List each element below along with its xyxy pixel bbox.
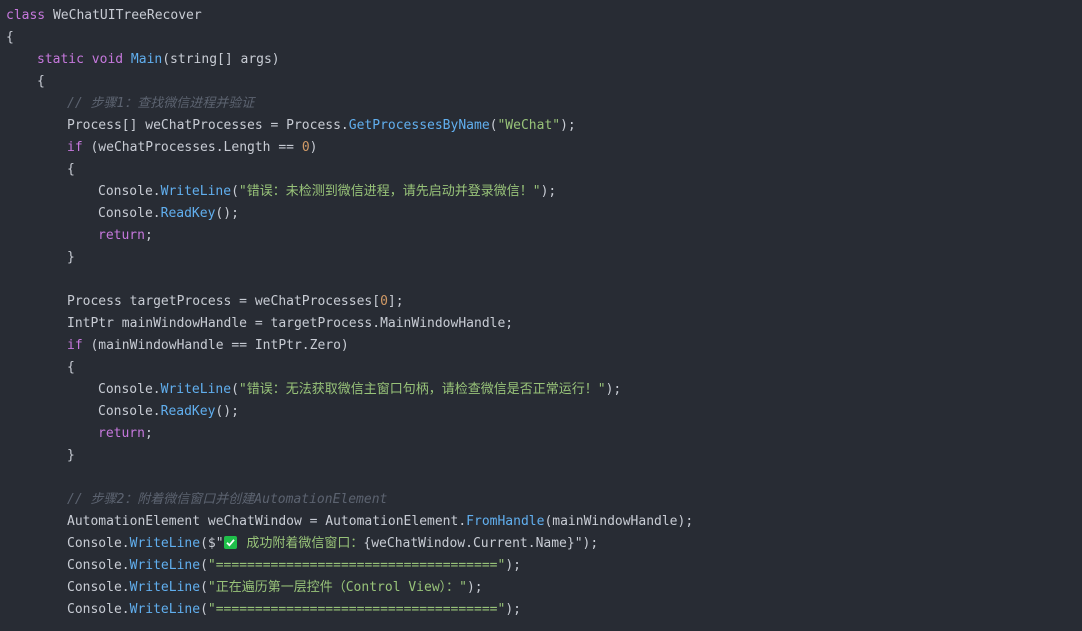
method-call: WriteLine — [129, 580, 201, 595]
method-call: WriteLine — [129, 536, 201, 551]
code-line-19: Console.ReadKey(); — [98, 404, 239, 419]
method-call: ReadKey — [160, 404, 216, 419]
number-literal: 0 — [301, 140, 310, 155]
code-line-8: { — [6, 159, 1082, 181]
keyword: if — [67, 140, 83, 155]
check-mark-icon — [223, 536, 237, 549]
code-line-26: Console.WriteLine("=====================… — [67, 558, 521, 573]
string-literal: "====================================" — [207, 602, 506, 617]
code-line-1: class WeChatUITreeRecover — [6, 5, 1082, 27]
comment: // 步骤1：查找微信进程并验证 — [67, 96, 255, 111]
code-line-6: Process[] weChatProcesses = Process.GetP… — [67, 118, 576, 133]
code-line-7: if (weChatProcesses.Length == 0) — [67, 140, 318, 155]
code-line-11: return; — [98, 228, 153, 243]
method-name: Main — [130, 52, 163, 67]
string-literal: "正在遍历第一层控件（Control View）：" — [207, 580, 467, 595]
string-literal: 成功附着微信窗口： — [238, 536, 364, 551]
code-line-15: IntPtr mainWindowHandle = targetProcess.… — [67, 316, 514, 331]
method-call: WriteLine — [160, 382, 232, 397]
code-line-23: // 步骤2：附着微信窗口并创建AutomationElement — [6, 489, 1082, 511]
method-call: GetProcessesByName — [348, 118, 490, 133]
keyword: if — [67, 338, 83, 353]
code-line-9: Console.WriteLine("错误：未检测到微信进程，请先启动并登录微信… — [98, 184, 557, 199]
code-line-16: if (mainWindowHandle == IntPtr.Zero) — [67, 338, 349, 353]
brace: { — [67, 360, 75, 375]
code-line-10: Console.ReadKey(); — [98, 206, 239, 221]
brace: { — [6, 30, 14, 45]
code-line-3: static void Main(string[] args) — [6, 49, 1082, 71]
code-line-14: Process targetProcess = weChatProcesses[… — [67, 294, 404, 309]
method-call: ReadKey — [160, 206, 216, 221]
brace: { — [37, 74, 45, 89]
code-line-28: Console.WriteLine("=====================… — [67, 602, 521, 617]
comment: // 步骤2：附着微信窗口并创建AutomationElement — [67, 492, 388, 507]
method-call: FromHandle — [466, 514, 545, 529]
code-line-12: } — [6, 247, 1082, 269]
keyword: return — [98, 426, 145, 441]
code-editor[interactable]: class WeChatUITreeRecover { static void … — [0, 0, 1082, 631]
brace: { — [67, 162, 75, 177]
code-line-24: AutomationElement weChatWindow = Automat… — [67, 514, 694, 529]
code-line-27: Console.WriteLine("正在遍历第一层控件（Control Vie… — [67, 580, 483, 595]
method-call: WriteLine — [129, 558, 201, 573]
method-call: WriteLine — [160, 184, 232, 199]
params: (string[] args) — [162, 52, 280, 67]
code-line-25: Console.WriteLine($" 成功附着微信窗口：{weChatWin… — [67, 536, 599, 551]
string-literal: "错误：未检测到微信进程，请先启动并登录微信！" — [238, 184, 541, 199]
method-call: WriteLine — [129, 602, 201, 617]
code-line-18: Console.WriteLine("错误：无法获取微信主窗口句柄，请检查微信是… — [98, 382, 622, 397]
class-name: WeChatUITreeRecover — [45, 8, 202, 23]
number-literal: 0 — [380, 294, 388, 309]
keyword: class — [6, 8, 46, 23]
brace: } — [67, 250, 75, 265]
code-line-21: } — [6, 445, 1082, 467]
brace: } — [67, 448, 75, 463]
code-line-20: return; — [98, 426, 153, 441]
code-line-4: { — [6, 71, 1082, 93]
keyword: static void — [37, 52, 124, 67]
string-literal: "错误：无法获取微信主窗口句柄，请检查微信是否正常运行！" — [238, 382, 606, 397]
code-line-5: // 步骤1：查找微信进程并验证 — [6, 93, 1082, 115]
keyword: return — [98, 228, 145, 243]
string-literal: "====================================" — [207, 558, 506, 573]
code-line-17: { — [6, 357, 1082, 379]
code-line-2: { — [6, 27, 1082, 49]
string-literal: "WeChat" — [497, 118, 561, 133]
